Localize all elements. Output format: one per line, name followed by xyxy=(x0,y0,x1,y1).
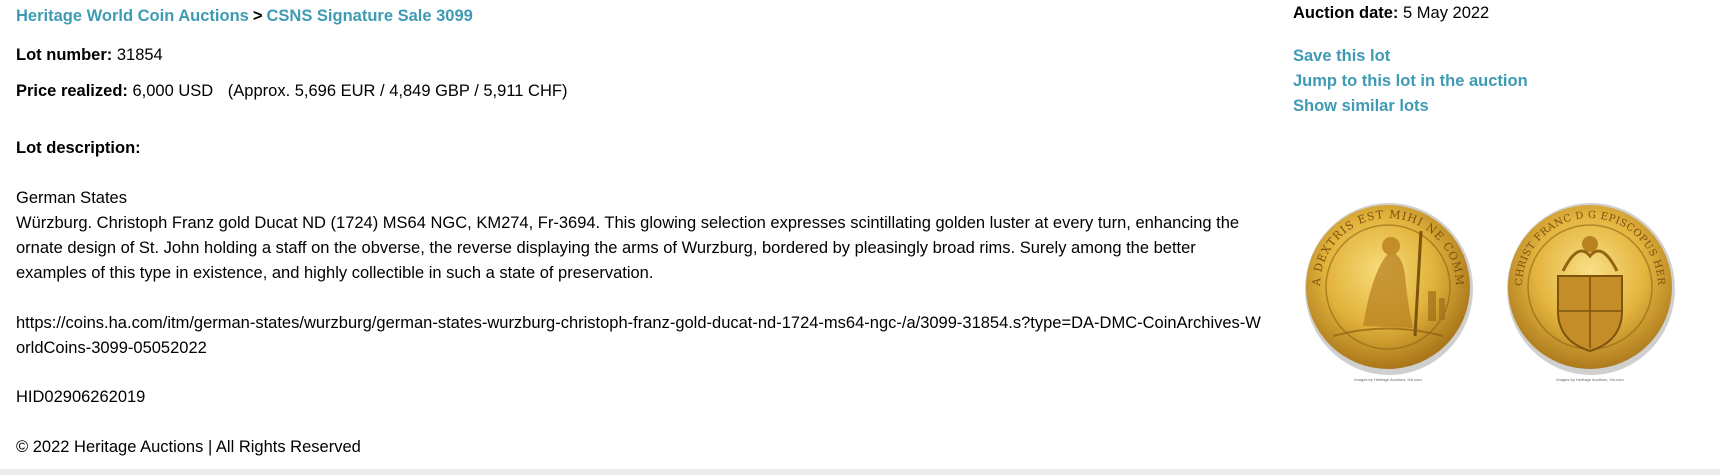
description-heading: German States xyxy=(16,189,127,207)
source-url: https://coins.ha.com/itm/german-states/w… xyxy=(16,314,1261,357)
lot-page: Heritage World Coin Auctions > CSNS Signat… xyxy=(0,0,1720,469)
auction-date-value: 5 May 2022 xyxy=(1403,4,1490,22)
description-body: Würzburg. Christoph Franz gold Ducat ND … xyxy=(16,214,1240,282)
description-label: Lot description: xyxy=(16,139,141,157)
price-value: 6,000 USD xyxy=(132,82,214,100)
breadcrumb-auction-house-link[interactable]: Heritage World Coin Auctions xyxy=(16,7,249,25)
jump-to-lot-link[interactable]: Jump to this lot in the auction xyxy=(1293,69,1528,94)
price-row: Price realized: 6,000 USD (Approx. 5,696… xyxy=(16,79,567,104)
hid-code: HID02906262019 xyxy=(16,388,146,406)
price-approx: (Approx. 5,696 EUR / 4,849 GBP / 5,911 C… xyxy=(227,82,568,100)
price-label: Price realized: xyxy=(16,82,128,100)
save-lot-link[interactable]: Save this lot xyxy=(1293,44,1528,69)
auction-date-row: Auction date: 5 May 2022 xyxy=(1293,4,1489,23)
lot-number-value: 31854 xyxy=(116,46,163,64)
similar-lots-link[interactable]: Show similar lots xyxy=(1293,94,1528,119)
coin-image[interactable]: A DEXTRIS EST MIHI NE COMMOVEAR Images b… xyxy=(1293,196,1693,396)
breadcrumb-separator: > xyxy=(252,7,263,25)
lot-description: German States Würzburg. Christoph Franz … xyxy=(16,186,1266,286)
lot-number-label: Lot number: xyxy=(16,46,113,64)
breadcrumb: Heritage World Coin Auctions > CSNS Signat… xyxy=(16,4,473,29)
breadcrumb-sale-link[interactable]: CSNS Signature Sale 3099 xyxy=(267,7,473,25)
obverse-caption: Images by Heritage Auctions, HA.com xyxy=(1354,377,1422,382)
coin-obverse: A DEXTRIS EST MIHI NE COMMOVEAR Images b… xyxy=(1293,196,1473,382)
lot-actions: Save this lot Jump to this lot in the au… xyxy=(1293,44,1528,119)
copyright-footer: © 2022 Heritage Auctions | All Rights Re… xyxy=(16,438,361,456)
reverse-caption: Images by Heritage Auctions, HA.com xyxy=(1556,377,1624,382)
auction-date-label: Auction date: xyxy=(1293,4,1399,22)
lot-number-row: Lot number: 31854 xyxy=(16,43,163,68)
